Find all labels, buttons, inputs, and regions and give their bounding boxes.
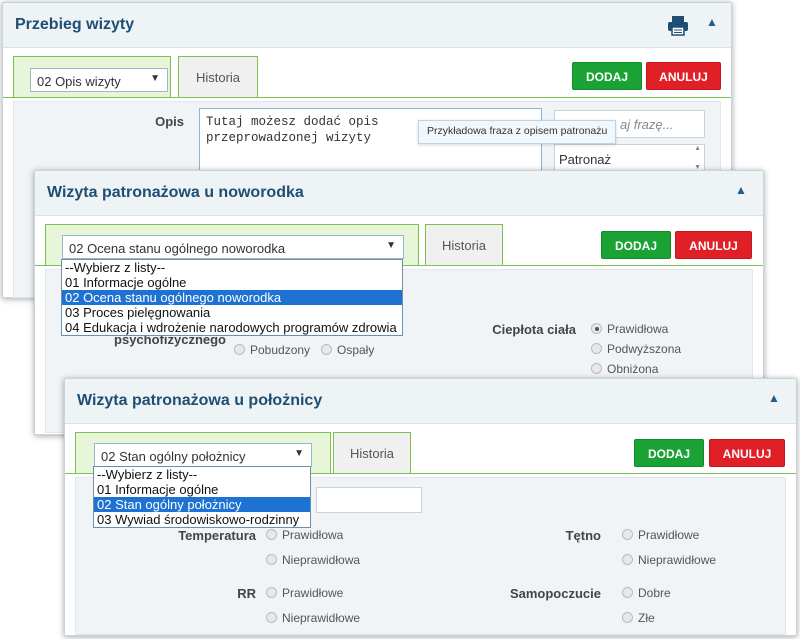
section-select[interactable]: 02 Ocena stanu ogólnego noworodka ▼ <box>62 235 404 259</box>
cancel-button[interactable]: ANULUJ <box>646 62 721 90</box>
panel-header: Wizyta patronażowa u noworodka ▲ <box>35 171 763 216</box>
radio-option[interactable]: Pobudzony <box>234 343 310 357</box>
dropdown-option-selected[interactable]: 02 Stan ogólny położnicy <box>94 497 310 512</box>
dropdown-option-selected[interactable]: 02 Ocena stanu ogólnego noworodka <box>62 290 402 305</box>
section-dropdown-list[interactable]: --Wybierz z listy-- 01 Informacje ogólne… <box>61 259 403 336</box>
radio-icon[interactable] <box>622 587 633 598</box>
printer-icon[interactable] <box>667 14 689 36</box>
tab-historia[interactable]: Historia <box>178 56 258 97</box>
radio-icon[interactable] <box>622 612 633 623</box>
radio-option[interactable]: Podwyższona <box>591 342 681 356</box>
add-button[interactable]: DODAJ <box>572 62 642 90</box>
dropdown-option[interactable]: 03 Proces pielęgnowania <box>62 305 402 320</box>
radio-option[interactable]: Nieprawidłowe <box>622 553 716 567</box>
dropdown-option[interactable]: 03 Wywiad środowiskowo-rodzinny <box>94 512 310 527</box>
radio-icon[interactable] <box>234 344 245 355</box>
radio-option[interactable]: Dobre <box>622 586 671 600</box>
tab-bar: 02 Opis wizyty ▼ Historia DODAJ ANULUJ <box>3 56 731 98</box>
panel-header: Przebieg wizyty ▲ <box>3 3 731 48</box>
chevron-up-icon[interactable]: ▲ <box>735 183 747 197</box>
caret-down-icon: ▼ <box>294 448 304 459</box>
dropdown-option[interactable]: 01 Informacje ogólne <box>94 482 310 497</box>
radio-icon[interactable] <box>266 587 277 598</box>
add-button[interactable]: DODAJ <box>601 231 671 259</box>
radio-icon[interactable] <box>266 612 277 623</box>
radio-icon[interactable] <box>622 554 633 565</box>
tab-historia[interactable]: Historia <box>333 432 411 473</box>
radio-icon[interactable] <box>591 363 602 374</box>
caret-down-icon: ▼ <box>150 73 160 84</box>
section-select[interactable]: 02 Opis wizyty ▼ <box>30 68 168 92</box>
add-button[interactable]: DODAJ <box>634 439 704 467</box>
panel-title: Wizyta patronażowa u położnicy <box>77 392 323 409</box>
tab-historia[interactable]: Historia <box>425 224 503 265</box>
opis-label: Opis <box>155 114 184 129</box>
radio-icon[interactable] <box>591 343 602 354</box>
phrase-list[interactable]: Patronaż ▲ ▼ <box>554 144 705 172</box>
radio-option[interactable]: Obniżona <box>591 362 658 376</box>
phrase-list-item[interactable]: Patronaż <box>559 152 611 167</box>
panel-title: Wizyta patronażowa u noworodka <box>47 184 304 201</box>
chevron-up-icon[interactable]: ▲ <box>768 391 780 405</box>
samopoczucie-label: Samopoczucie <box>509 586 601 601</box>
dropdown-option[interactable]: 04 Edukacja i wdrożenie narodowych progr… <box>62 320 402 335</box>
section-dropdown-list[interactable]: --Wybierz z listy-- 01 Informacje ogólne… <box>93 466 311 528</box>
radio-icon[interactable] <box>622 529 633 540</box>
radio-option[interactable]: Prawidłowa <box>266 528 343 542</box>
cieplota-label: Ciepłota ciała <box>492 322 576 337</box>
radio-option[interactable]: Nieprawidłowa <box>266 553 360 567</box>
cancel-button[interactable]: ANULUJ <box>709 439 785 467</box>
caret-down-icon: ▼ <box>386 240 396 251</box>
cancel-button[interactable]: ANULUJ <box>675 231 752 259</box>
radio-option[interactable]: Złe <box>622 611 655 625</box>
text-input[interactable] <box>316 487 422 513</box>
radio-icon[interactable] <box>591 323 602 334</box>
radio-option[interactable]: Prawidłowe <box>266 586 343 600</box>
dropdown-option[interactable]: 01 Informacje ogólne <box>62 275 402 290</box>
section-select[interactable]: 02 Stan ogólny położnicy ▼ <box>94 443 312 467</box>
radio-option[interactable]: Ospały <box>321 343 374 357</box>
radio-option[interactable]: Nieprawidłowe <box>266 611 360 625</box>
rr-label: RR <box>237 586 256 601</box>
panel-title: Przebieg wizyty <box>15 16 135 33</box>
dropdown-option[interactable]: --Wybierz z listy-- <box>62 260 402 275</box>
radio-icon[interactable] <box>266 529 277 540</box>
panel-header: Wizyta patronażowa u położnicy ▲ <box>65 379 796 424</box>
radio-option[interactable]: Prawidłowe <box>622 528 699 542</box>
chevron-up-icon[interactable]: ▲ <box>706 15 718 29</box>
radio-icon[interactable] <box>266 554 277 565</box>
tooltip: Przykładowa fraza z opisem patronażu <box>418 120 617 144</box>
radio-option[interactable]: Prawidłowa <box>591 322 668 336</box>
tab-section-select[interactable]: 02 Opis wizyty ▼ <box>13 56 171 97</box>
panel-wizyta-poloznicy: Wizyta patronażowa u położnicy ▲ 02 Stan… <box>64 378 797 636</box>
tetno-label: Tętno <box>565 528 601 543</box>
scroll-up-icon[interactable]: ▲ <box>694 145 701 152</box>
temperatura-label: Temperatura <box>178 528 256 543</box>
dropdown-option[interactable]: --Wybierz z listy-- <box>94 467 310 482</box>
radio-icon[interactable] <box>321 344 332 355</box>
